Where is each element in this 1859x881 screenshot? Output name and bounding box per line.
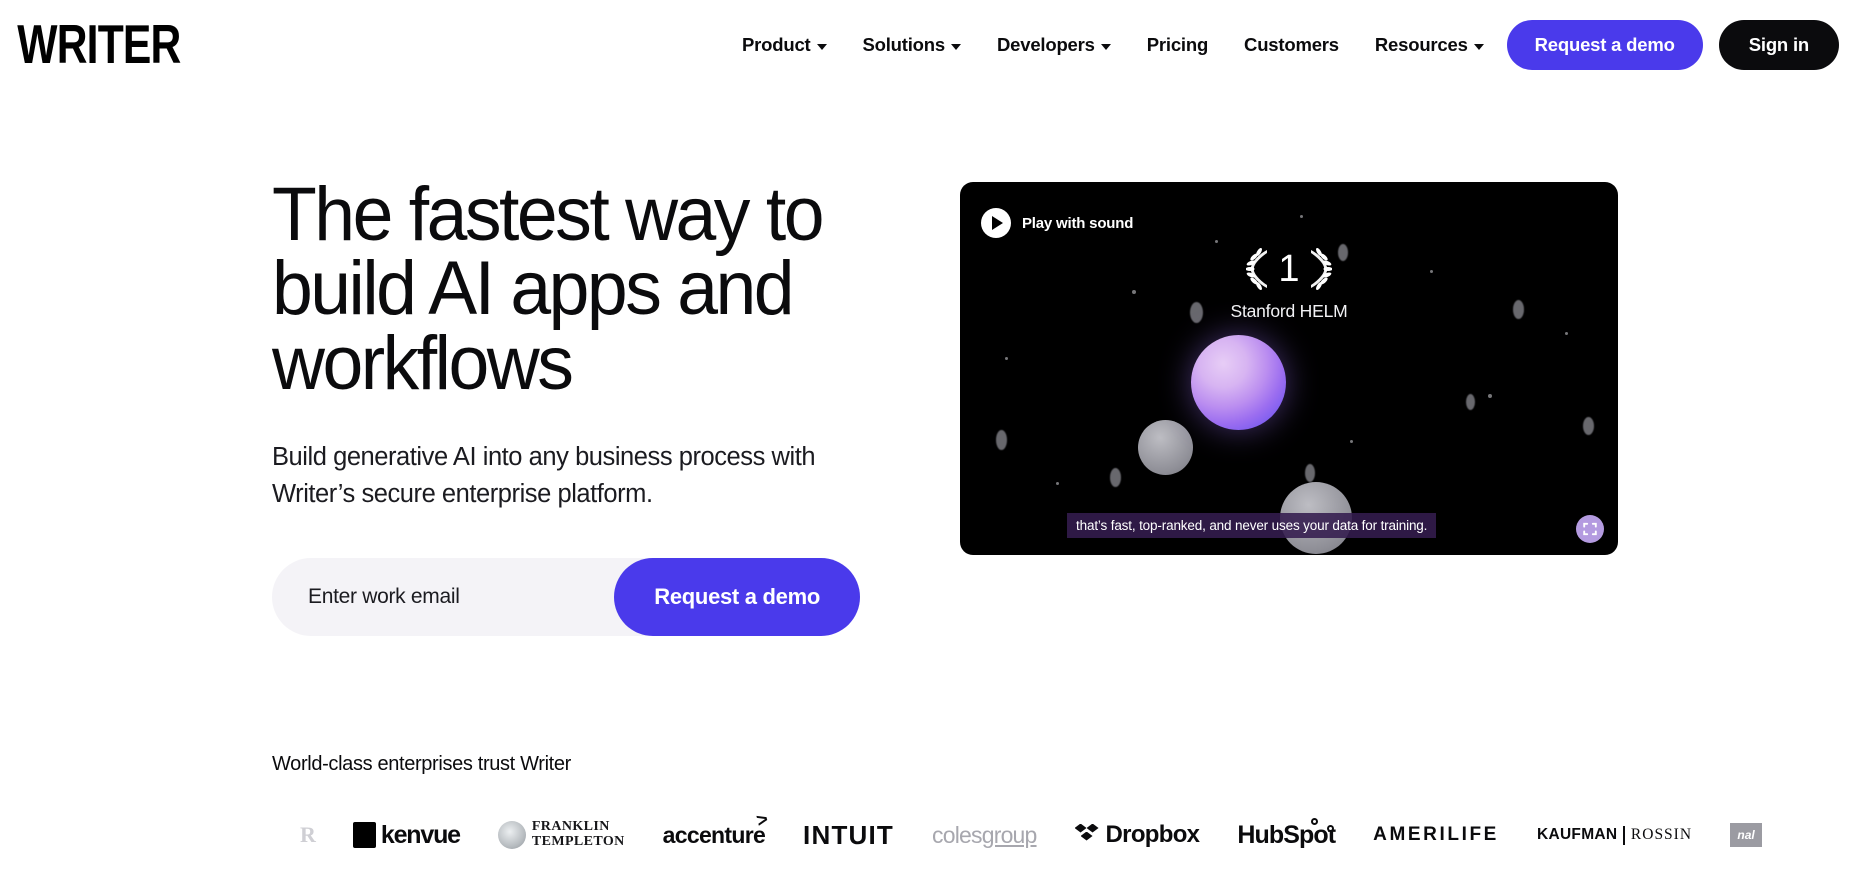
kenvue-logo-text: kenvue bbox=[380, 820, 461, 849]
fullscreen-icon[interactable] bbox=[1576, 515, 1604, 543]
hubspot-logo: HubSpot bbox=[1237, 817, 1336, 850]
nav-item-developers-label: Developers bbox=[996, 34, 1095, 55]
nav-item-product[interactable]: Product bbox=[742, 34, 827, 56]
headline-line-3: workflows bbox=[272, 320, 574, 406]
primary-nav-links: Product Solutions Developers Pricing Cus… bbox=[742, 0, 1484, 90]
accenture-logo-text: accenture bbox=[662, 821, 766, 848]
accenture-logo: accenture > bbox=[662, 809, 770, 849]
hubspot-logo-text: HubSpot bbox=[1237, 820, 1336, 849]
franklin-line-2: TEMPLETON bbox=[531, 834, 625, 849]
demo-request-form: Request a demo bbox=[272, 557, 860, 636]
award-rank-number: 1 bbox=[1278, 248, 1300, 290]
gradient-sphere-graphic bbox=[1191, 335, 1286, 430]
star-speck bbox=[1300, 215, 1303, 218]
nav-item-resources[interactable]: Resources bbox=[1375, 34, 1484, 56]
chevron-down-icon bbox=[1100, 43, 1111, 50]
form-request-demo-button[interactable]: Request a demo bbox=[614, 557, 860, 636]
nal-logo-text: nal bbox=[1737, 828, 1755, 842]
debris-blob bbox=[1583, 417, 1594, 435]
kaufman-rossin-logo: KAUFMAN ROSSIN bbox=[1536, 825, 1693, 845]
hubspot-node-icon bbox=[1311, 817, 1319, 825]
play-with-sound-control[interactable]: Play with sound bbox=[981, 208, 1133, 238]
nav-actions: Request a demo Sign in bbox=[1506, 0, 1839, 90]
nav-item-developers[interactable]: Developers bbox=[997, 34, 1111, 56]
nal-logo: nal bbox=[1730, 823, 1763, 847]
sign-in-button[interactable]: Sign in bbox=[1718, 20, 1839, 70]
kaufman-logo-text: KAUFMAN bbox=[1536, 826, 1618, 843]
dropbox-logo-text: Dropbox bbox=[1105, 821, 1200, 848]
amerilife-logo: AMERILIFE bbox=[1373, 824, 1499, 846]
star-speck bbox=[1056, 482, 1059, 485]
rossin-logo-text: ROSSIN bbox=[1630, 826, 1693, 843]
hubspot-node-icon bbox=[1327, 824, 1335, 832]
social-proof-heading: World-class enterprises trust Writer bbox=[272, 753, 571, 775]
franklin-templeton-logo-text: FRANKLIN TEMPLETON bbox=[532, 820, 625, 849]
award-name-label: Stanford HELM bbox=[1230, 301, 1348, 321]
top-navigation-bar: WRITER Product Solutions Developers Pric… bbox=[0, 0, 1859, 90]
star-speck bbox=[1488, 394, 1492, 398]
partial-r-logo: R bbox=[300, 822, 316, 848]
nav-item-customers-label: Customers bbox=[1244, 34, 1339, 55]
hero-subheading: Build generative AI into any business pr… bbox=[272, 439, 832, 511]
debris-blob bbox=[996, 430, 1007, 450]
nav-request-demo-button[interactable]: Request a demo bbox=[1506, 20, 1703, 70]
debris-blob bbox=[1466, 394, 1475, 410]
page-title: The fastest way to build AI apps and wor… bbox=[272, 172, 890, 406]
amerilife-logo-text: AMERILIFE bbox=[1373, 824, 1499, 845]
laurel-wreath-icon: 1 bbox=[1246, 248, 1332, 290]
nav-item-solutions-label: Solutions bbox=[862, 34, 946, 55]
star-speck bbox=[1565, 332, 1568, 335]
dropbox-mark-icon bbox=[1074, 823, 1099, 847]
headline-line-2: build AI apps and bbox=[272, 246, 795, 332]
chevron-down-icon bbox=[950, 43, 961, 50]
play-with-sound-label: Play with sound bbox=[1022, 214, 1134, 232]
nav-item-pricing-label: Pricing bbox=[1146, 34, 1209, 55]
coles-group-logo: coles group bbox=[932, 822, 1037, 849]
play-icon bbox=[981, 208, 1011, 238]
star-speck bbox=[1350, 440, 1353, 443]
nav-item-resources-label: Resources bbox=[1374, 34, 1468, 55]
franklin-coin-icon bbox=[497, 821, 526, 849]
award-badge: 1 Stanford HELM bbox=[960, 248, 1618, 322]
hero-video-player[interactable]: Play with sound 1 Stanford HELM that’s f… bbox=[960, 182, 1618, 555]
coles-logo-text: coles bbox=[932, 821, 982, 848]
franklin-line-1: FRANKLIN bbox=[531, 819, 610, 835]
star-speck bbox=[1215, 240, 1218, 243]
video-caption: that’s fast, top-ranked, and never uses … bbox=[1067, 513, 1437, 538]
coles-group-logo-text: group bbox=[981, 821, 1038, 848]
star-speck bbox=[1005, 357, 1008, 360]
hero-section: The fastest way to build AI apps and wor… bbox=[0, 90, 1859, 636]
headline-line-1: The fastest way to bbox=[272, 172, 824, 257]
partial-r-logo-text: R bbox=[300, 822, 316, 847]
subheading-line-1: Build generative AI into any business pr… bbox=[272, 443, 765, 472]
nav-item-solutions[interactable]: Solutions bbox=[863, 34, 961, 56]
kaufman-divider bbox=[1623, 825, 1625, 845]
kenvue-logo: kenvue bbox=[352, 820, 461, 850]
nav-item-pricing[interactable]: Pricing bbox=[1146, 34, 1209, 56]
nav-item-product-label: Product bbox=[742, 34, 811, 55]
franklin-templeton-logo: FRANKLIN TEMPLETON bbox=[497, 820, 625, 849]
hero-copy: The fastest way to build AI apps and wor… bbox=[272, 172, 912, 636]
chevron-down-icon bbox=[816, 43, 827, 50]
intuit-logo: INTUIT bbox=[803, 820, 894, 851]
customer-logo-strip: R kenvue FRANKLIN TEMPLETON accenture > … bbox=[300, 809, 1763, 855]
debris-blob bbox=[1110, 468, 1121, 487]
dropbox-logo: Dropbox bbox=[1074, 821, 1200, 849]
gray-sphere-graphic bbox=[1138, 420, 1193, 475]
writer-logo[interactable]: WRITER bbox=[14, 17, 181, 72]
kenvue-mark-icon bbox=[352, 822, 376, 848]
nav-item-customers[interactable]: Customers bbox=[1244, 34, 1339, 56]
intuit-logo-text: INTUIT bbox=[803, 819, 895, 850]
chevron-down-icon bbox=[1473, 43, 1484, 50]
debris-blob bbox=[1305, 464, 1315, 482]
